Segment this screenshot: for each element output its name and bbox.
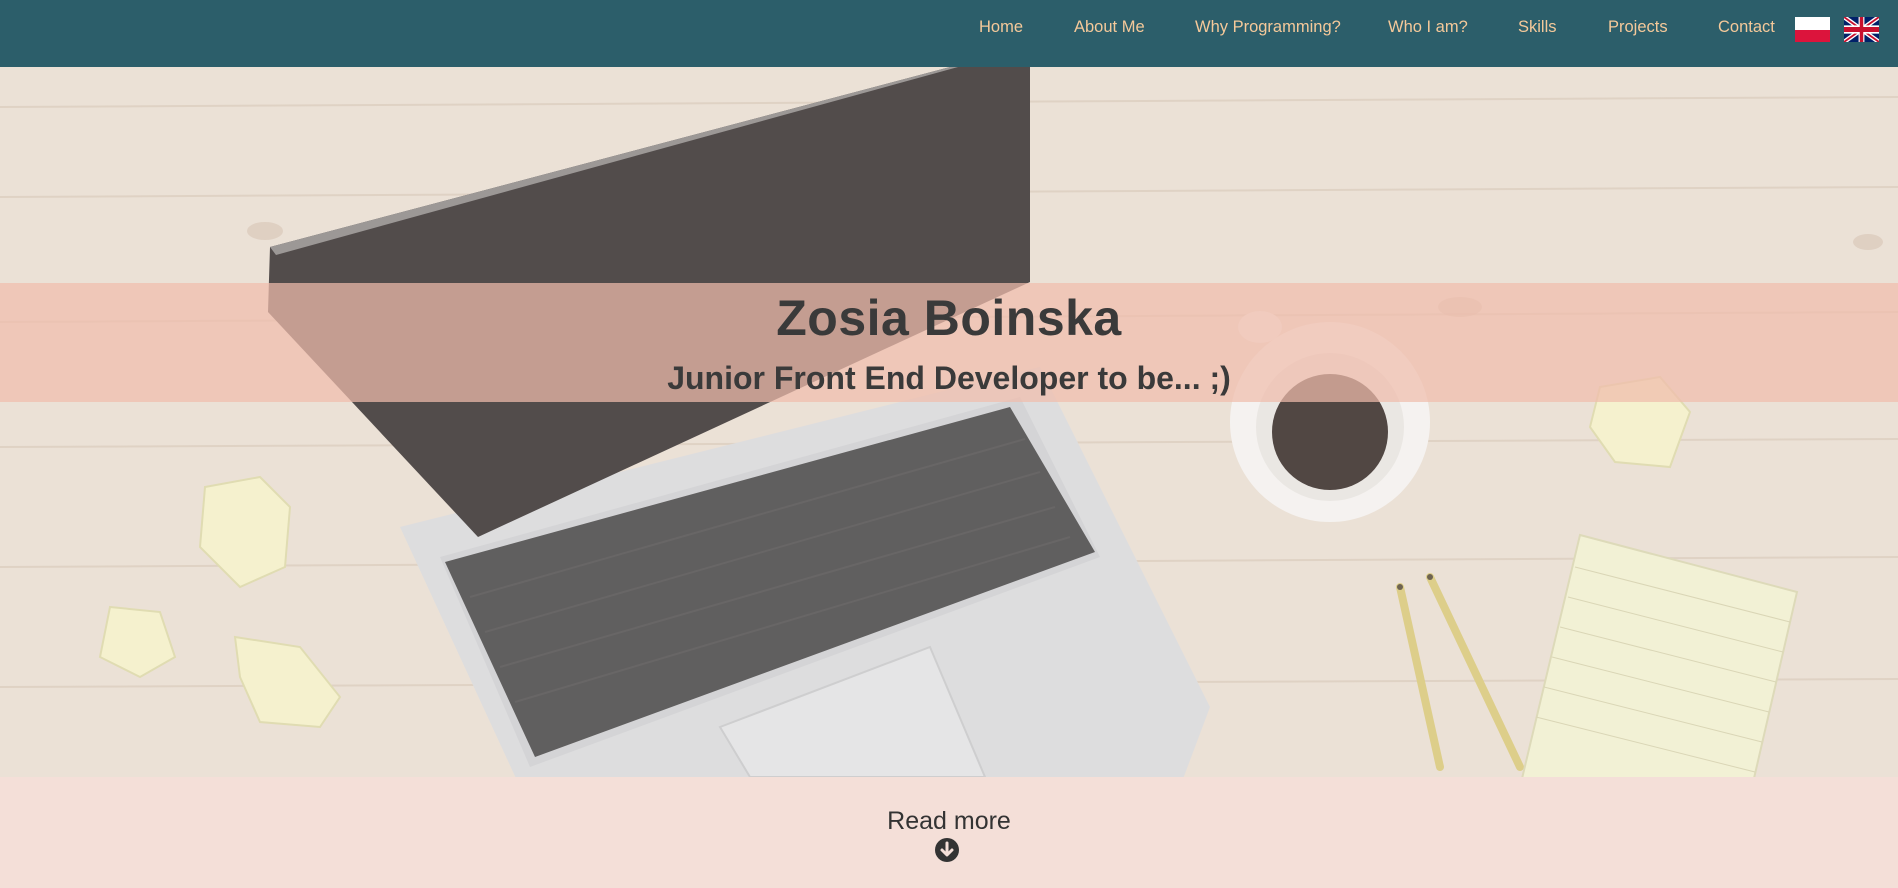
- nav-links: Home About Me Why Programming? Who I am?…: [0, 0, 1898, 56]
- nav-item-why-programming[interactable]: Why Programming?: [1195, 18, 1341, 37]
- hero-background-image: [0, 67, 1898, 777]
- read-more-link[interactable]: Read more: [0, 807, 1898, 836]
- nav-item-projects[interactable]: Projects: [1608, 18, 1668, 37]
- hero-subtitle: Junior Front End Developer to be... ;): [667, 360, 1231, 396]
- hero-title: Zosia Boinska: [776, 290, 1122, 346]
- nav-item-skills[interactable]: Skills: [1518, 18, 1557, 37]
- arrow-down-circle-icon[interactable]: [935, 838, 959, 862]
- hero-section: Zosia Boinska Junior Front End Developer…: [0, 67, 1898, 777]
- flag-uk-icon[interactable]: [1843, 14, 1880, 45]
- read-more-section: Read more: [0, 777, 1898, 888]
- navbar: Home About Me Why Programming? Who I am?…: [0, 0, 1898, 67]
- flag-pl-icon[interactable]: [1795, 17, 1830, 42]
- nav-item-who-i-am[interactable]: Who I am?: [1388, 18, 1468, 37]
- nav-item-about-me[interactable]: About Me: [1074, 18, 1145, 37]
- nav-item-home[interactable]: Home: [979, 18, 1023, 37]
- nav-item-contact[interactable]: Contact: [1718, 18, 1775, 37]
